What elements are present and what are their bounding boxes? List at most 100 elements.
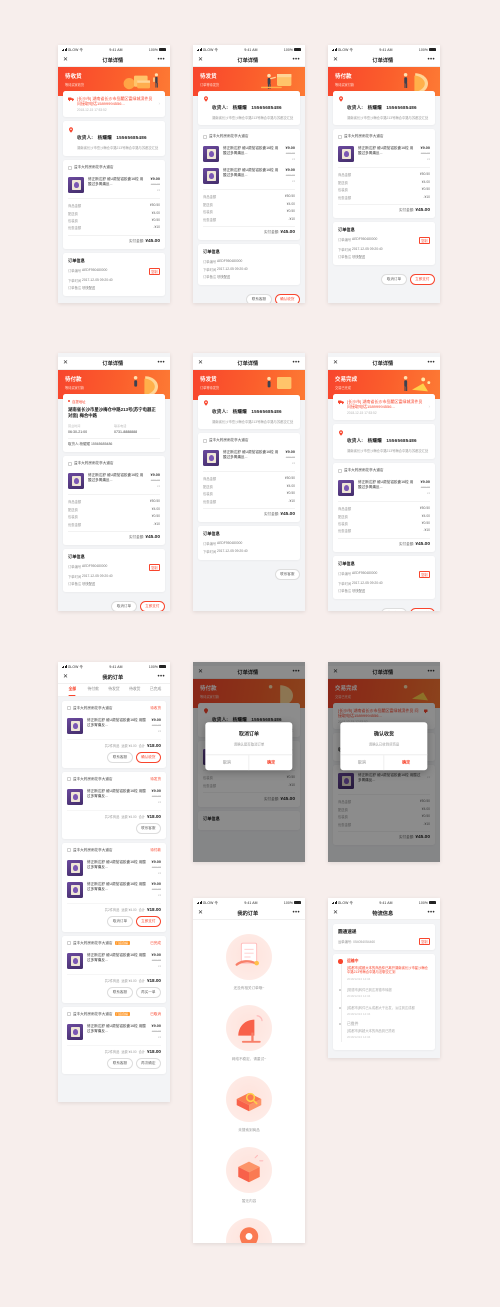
confirm-receive-button[interactable]: 确认收货 (135, 751, 161, 763)
dialog-message: 请确认已收到货商品 (368, 741, 400, 746)
contact-service-button[interactable]: 联系客服 (274, 569, 300, 581)
tab-all[interactable]: 全部 (62, 687, 83, 692)
confirm-receive-button[interactable]: 确认收货 (274, 294, 300, 303)
more-icon[interactable]: ••• (292, 910, 300, 916)
more-icon[interactable]: ••• (157, 674, 165, 680)
product-price: ¥9.00 (420, 146, 430, 151)
goods-item[interactable]: 修正斯达舒 维U颠茄铝胶囊16粒 用酸过多胃痛反... ¥9.00 ¥10.00 x… (67, 786, 161, 808)
cancel-order-button[interactable]: 取消订单 (111, 601, 137, 611)
timeline-body: [成都市]转件已从成都大干出发，派往到达成都 (347, 1005, 415, 1010)
content-area: [长沙市] 湖南省长沙市岳麓区富绿城滨件员 问接取电话15899994556..… (58, 90, 170, 297)
store-header[interactable]: 益丰大药房雨花亭大道店 (338, 468, 430, 477)
page-title: 订单详情 (237, 57, 259, 64)
carrier-label: GLOW (67, 664, 79, 669)
tab-pending-receive[interactable]: 待收货 (124, 687, 145, 692)
store-header[interactable]: 益丰大药房雨花亭大道店 (203, 134, 295, 143)
close-icon[interactable]: ✕ (63, 57, 68, 63)
copy-button[interactable]: 复制 (148, 564, 160, 572)
battery-icon (428, 900, 437, 905)
copy-button[interactable]: 复制 (418, 237, 430, 245)
reorder-button[interactable]: 再次确定 (135, 1057, 161, 1069)
contact-service-button[interactable]: 联系客服 (107, 986, 133, 998)
buy-again-button[interactable]: 再买一单 (409, 608, 435, 611)
contact-service-button[interactable]: 联系客服 (381, 608, 407, 611)
store-header[interactable]: 益丰大药房雨花亭大道店 待发货 (67, 777, 161, 786)
copy-button[interactable]: 复制 (148, 268, 160, 276)
goods-item[interactable]: 修正斯达舒 维U颠茄铝胶囊16粒 用酸过多胃痛反... ¥9.00 ¥10.00 x… (203, 143, 295, 165)
store-header[interactable]: 益丰大药房雨花亭大道店 待付款 (67, 848, 161, 857)
dialog-cancel-button[interactable]: 取消 (340, 755, 383, 770)
pay-now-button[interactable]: 立即支付 (409, 274, 435, 286)
store-header[interactable]: 益丰大药房雨花亭大道店 门店自提 已完成 (67, 941, 161, 950)
contact-service-button[interactable]: 联系客服 (107, 1057, 133, 1069)
goods-item[interactable]: 修正斯达舒 维U颠茄铝胶囊16粒 用酸过多胃痛反... ¥9.00 ¥10.00… (68, 174, 160, 196)
order-card[interactable]: 益丰大药房雨花亭大道店 待发货 修正斯达舒 维U颠茄铝胶囊16粒 用酸过多胃痛反… (62, 771, 166, 839)
store-header[interactable]: 益丰大药房雨花亭大道店 门店自提 已取消 (67, 1012, 161, 1021)
store-header[interactable]: 益丰大药房雨花亭大道店 (338, 134, 430, 143)
buy-again-button[interactable]: 再买一单 (135, 986, 161, 998)
goods-item[interactable]: 修正斯达舒 维U颠茄铝胶囊16粒 用酸过多胃痛反... ¥9.00 ¥10.00 x… (67, 715, 161, 737)
timeline-head: 运输中 (347, 959, 359, 963)
goods-item[interactable]: 修正斯达舒 维U颠茄铝胶囊16粒 用酸过多胃痛反... ¥9.00 ¥10.00 x… (67, 879, 161, 901)
receiver-name: 杨耀耀 (367, 438, 382, 444)
carrier-label: GLOW (337, 900, 349, 905)
goods-item[interactable]: 修正斯达舒 维U颠茄铝胶囊16粒 用酸过多胃痛反... ¥9.00 ¥10.00 x… (67, 950, 161, 972)
close-icon[interactable]: ✕ (333, 57, 338, 63)
more-icon[interactable]: ••• (292, 360, 300, 366)
cancel-order-button[interactable]: 取消订单 (107, 915, 133, 927)
cancel-order-button[interactable]: 取消订单 (381, 274, 407, 286)
close-icon[interactable]: ✕ (333, 360, 338, 366)
more-icon[interactable]: ••• (157, 360, 165, 366)
store-header[interactable]: 益丰大药房雨花亭大道店 (68, 165, 160, 174)
more-icon[interactable]: ••• (427, 360, 435, 366)
dialog-confirm-button[interactable]: 确定 (248, 754, 293, 770)
pay-now-button[interactable]: 立即支付 (135, 915, 161, 927)
goods-item[interactable]: 修正斯达舒 维U颠茄铝胶囊16粒 用酸过多胃痛反... ¥9.00 ¥10.00 x… (67, 1021, 161, 1043)
contact-service-button[interactable]: 联系客服 (107, 751, 133, 763)
order-card[interactable]: 益丰大药房雨花亭大道店 门店自提 已取消 修正斯达舒 维U颠茄铝胶囊16粒 用酸… (62, 1006, 166, 1074)
nav-bar: ✕ 订单详情 ••• (193, 54, 305, 67)
more-icon[interactable]: ••• (157, 57, 165, 63)
close-icon[interactable]: ✕ (198, 57, 203, 63)
contact-service-button[interactable]: 联系客服 (135, 822, 161, 834)
store-header[interactable]: 益丰大药房雨花亭大道店 (203, 438, 295, 447)
order-actions: 联系客服 确认收货 (67, 751, 161, 763)
contact-service-button[interactable]: 联系客服 (246, 294, 272, 303)
chevron-right-icon[interactable]: › (429, 404, 431, 409)
tab-pending-ship[interactable]: 待发货 (104, 687, 125, 692)
close-icon[interactable]: ✕ (63, 674, 68, 680)
fee-row: 配送费 ¥4.00 (68, 506, 160, 512)
close-icon[interactable]: ✕ (198, 360, 203, 366)
close-icon[interactable]: ✕ (63, 360, 68, 366)
tab-pending-pay[interactable]: 待付款 (83, 687, 104, 692)
more-icon[interactable]: ••• (292, 57, 300, 63)
shipping-card[interactable]: [长沙市] 湖南省长沙市岳麓区富绿城滨件员 问接取电话15899994556..… (333, 393, 435, 421)
shipping-card[interactable]: [长沙市] 湖南省长沙市岳麓区富绿城滨件员 问接取电话15899994556..… (63, 90, 165, 118)
dialog-cancel-button[interactable]: 取消 (205, 755, 248, 770)
goods-item[interactable]: 修正斯达舒 维U颠茄铝胶囊16粒 用酸过多胃痛反... ¥9.00 ¥10.00 x… (338, 143, 430, 165)
chevron-right-icon[interactable]: › (159, 101, 161, 106)
tab-completed[interactable]: 已完成 (145, 687, 166, 692)
goods-item[interactable]: 修正斯达舒 维U颠茄铝胶囊16粒 用酸过多胃痛反... ¥9.00 ¥10.00 x… (338, 477, 430, 499)
copy-button[interactable]: 复制 (418, 938, 430, 945)
order-card[interactable]: 益丰大药房雨花亭大道店 待付款 修正斯达舒 维U颠茄铝胶囊16粒 用酸过多胃痛反… (62, 842, 166, 932)
goods-item[interactable]: 修正斯达舒 维U颠茄铝胶囊16粒 用酸过多胃痛反... ¥9.00 ¥10.00 x… (67, 857, 161, 879)
shipping-text: [长沙市] 湖南省长沙市岳麓区富绿城滨件员 问接取电话15899994556..… (347, 398, 423, 409)
more-icon[interactable]: ••• (427, 57, 435, 63)
order-card[interactable]: 益丰大药房雨花亭大道店 待收货 修正斯达舒 维U颠茄铝胶囊16粒 用酸过多胃痛反… (62, 700, 166, 768)
page-title: 物流信息 (372, 910, 394, 917)
close-icon[interactable]: ✕ (333, 910, 338, 916)
copy-button[interactable]: 复制 (418, 571, 430, 579)
receiver-card: 收货人: 杨耀耀 15565685486 湖南省长沙市岳沙梅仓中路213号梅合中… (198, 394, 300, 430)
store-header[interactable]: 益丰大药房雨花亭大道店 待收货 (67, 706, 161, 715)
store-header[interactable]: 益丰大药房雨花亭大道店 (68, 461, 160, 470)
phone-order-detail-pending-ship-2: ✕ 订单详情 ••• 待发货 订单等待发货 收货人: 杨耀耀 155656854… (193, 353, 305, 611)
close-icon[interactable]: ✕ (198, 910, 203, 916)
goods-item[interactable]: 修正斯达舒 维U颠茄铝胶囊16粒 用酸过多胃痛反... ¥9.00 ¥10.00 x… (68, 470, 160, 492)
pay-now-button[interactable]: 立即支付 (139, 601, 165, 611)
goods-item[interactable]: 修正斯达舒 维U颠茄铝胶囊16粒 用酸过多胃痛反... ¥9.00 ¥10.00 x… (203, 165, 295, 187)
dialog-confirm-button[interactable]: 确定 (383, 754, 428, 770)
goods-item[interactable]: 修正斯达舒 维U颠茄铝胶囊16粒 用酸过多胃痛反... ¥9.00 ¥10.00 x… (203, 447, 295, 469)
order-card[interactable]: 益丰大药房雨花亭大道店 门店自提 已完成 修正斯达舒 维U颠茄铝胶囊16粒 用酸… (62, 935, 166, 1003)
more-icon[interactable]: ••• (427, 910, 435, 916)
